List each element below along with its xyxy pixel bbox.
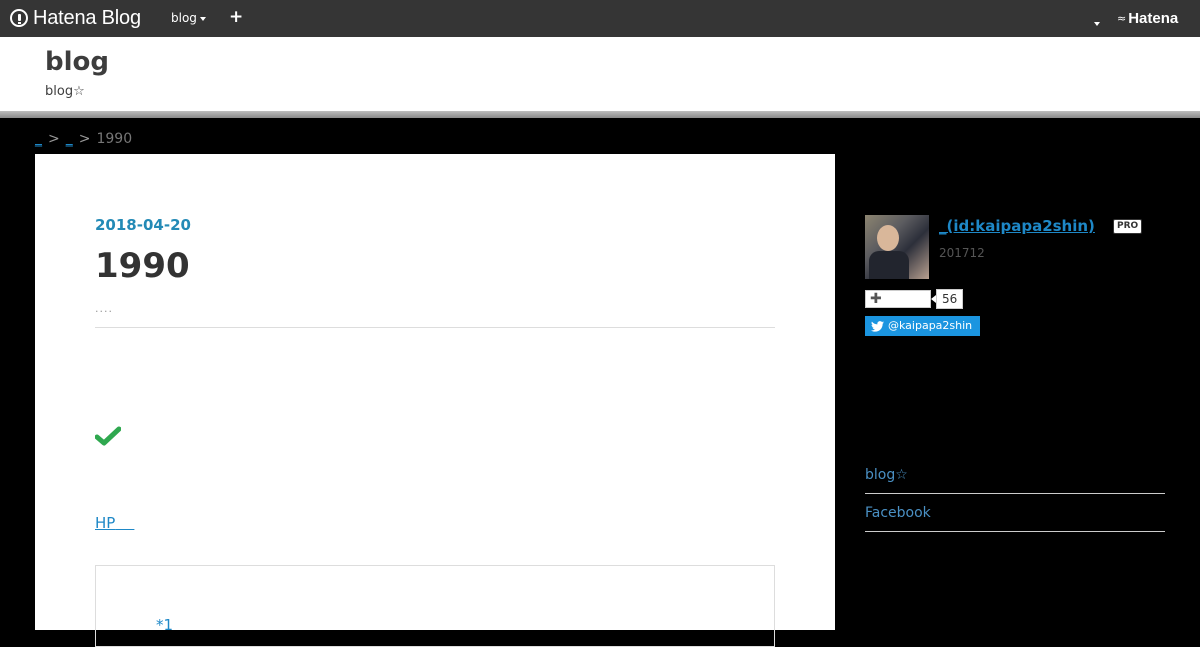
check-icon (95, 426, 121, 446)
breadcrumb-link-category[interactable]: _ (66, 131, 73, 147)
sidebar-link-facebook[interactable]: Facebook (865, 505, 1165, 532)
hatena-blog-mark-icon (10, 9, 28, 27)
caret-down-icon (199, 16, 206, 21)
author-avatar[interactable] (865, 215, 929, 279)
blog-menu-label: blog (171, 11, 197, 25)
breadcrumb: _ > _ >1990 (35, 131, 132, 147)
hatena-logo[interactable]: ≈ Hatena (1117, 10, 1178, 27)
blog-header: blog blog☆ (0, 37, 1200, 111)
hp-link-text: HP (95, 514, 116, 532)
new-post-button[interactable]: + (229, 9, 243, 26)
brand-text: Hatena Blog (33, 6, 141, 29)
content-box: *1 (95, 565, 775, 647)
sidebar-link-blog[interactable]: blog☆ (865, 467, 1165, 494)
user-menu-button[interactable] (1094, 13, 1104, 26)
hatena-waves-icon: ≈ (1117, 12, 1127, 25)
entry-title: 1990 (95, 246, 190, 286)
follower-count: 56 (930, 289, 964, 309)
blog-menu-button[interactable]: blog (171, 11, 206, 25)
twitter-bird-icon (871, 320, 884, 332)
global-header: Hatena Blog blog + ≈ Hatena (0, 0, 1200, 37)
header-divider (0, 111, 1200, 118)
breadcrumb-separator: > (78, 131, 91, 147)
footnote-link[interactable]: *1 (156, 616, 173, 634)
entry-divider (95, 327, 775, 328)
breadcrumb-link-home[interactable]: _ (35, 131, 42, 147)
hatena-wordmark: Hatena (1128, 10, 1179, 27)
hatena-blog-logo[interactable]: Hatena Blog (10, 7, 141, 29)
caret-down-icon (1094, 21, 1100, 26)
blog-since: 201712 (939, 246, 985, 260)
pro-badge: PRO (1113, 219, 1143, 234)
blog-description: blog☆ (45, 84, 85, 99)
twitter-handle: @kaipapa2shin (888, 319, 973, 332)
entry-date[interactable]: 2018-04-20 (95, 216, 191, 234)
blog-title[interactable]: blog (45, 47, 109, 77)
author-name-link[interactable]: _(id:kaipapa2shin) (939, 217, 1095, 235)
twitter-follow-button[interactable]: @kaipapa2shin (865, 316, 980, 336)
plus-icon: ✚ (870, 291, 882, 307)
entry-tags: .... (95, 302, 113, 315)
hp-link[interactable]: HP (95, 514, 134, 532)
follow-button[interactable]: ✚ (865, 290, 931, 308)
entry-article: 2018-04-20 1990 .... HP *1 (35, 154, 835, 647)
breadcrumb-separator: > (48, 131, 60, 147)
breadcrumb-current: 1990 (96, 131, 133, 147)
